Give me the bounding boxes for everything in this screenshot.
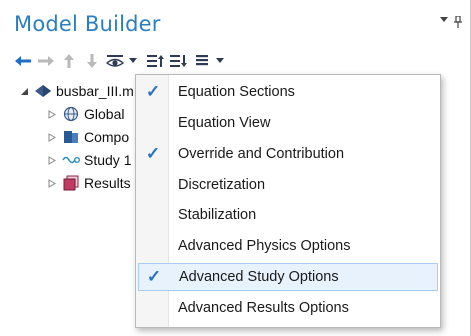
- component-diamond-icon: [34, 83, 52, 99]
- collapsed-triangle-icon[interactable]: [46, 131, 58, 143]
- menu-item-override-and-contribution[interactable]: ✓ Override and Contribution: [138, 140, 438, 168]
- menu-item-label: Equation View: [178, 115, 271, 131]
- tree-item-label: Study 1: [84, 152, 132, 168]
- panel-menu-icon[interactable]: [440, 16, 448, 31]
- tree-item-label: Compo: [84, 129, 130, 145]
- tree-item-root[interactable]: busbar_III.m: [18, 80, 134, 102]
- panel-controls: [440, 15, 462, 31]
- list-dropdown-chevron-icon[interactable]: [214, 51, 226, 71]
- show-options-menu: ✓ Equation Sections Equation View ✓ Over…: [135, 74, 441, 328]
- list-view-icon[interactable]: [191, 51, 213, 71]
- pin-icon[interactable]: [454, 15, 462, 31]
- menu-item-label: Override and Contribution: [178, 146, 345, 162]
- globe-icon: [62, 106, 80, 122]
- tree-item-results[interactable]: Results: [46, 172, 131, 194]
- menu-item-label: Discretization: [178, 177, 266, 193]
- menu-item-advanced-results-options[interactable]: Advanced Results Options: [138, 294, 438, 322]
- expand-sections-icon[interactable]: [145, 51, 167, 71]
- back-arrow-icon[interactable]: [12, 51, 34, 71]
- move-down-icon[interactable]: [81, 51, 103, 71]
- tree-item-study[interactable]: Study 1: [46, 149, 131, 171]
- expanded-triangle-icon[interactable]: [18, 85, 30, 97]
- show-eye-icon[interactable]: [104, 51, 126, 71]
- folder-icon: [62, 129, 80, 145]
- collapsed-triangle-icon[interactable]: [46, 108, 58, 120]
- forward-arrow-icon[interactable]: [35, 51, 57, 71]
- tree-item-label: busbar_III.m: [56, 83, 134, 99]
- checkmark-icon: ✓: [146, 267, 162, 286]
- toolbar: [12, 50, 232, 72]
- menu-item-equation-view[interactable]: Equation View: [138, 109, 438, 137]
- model-builder-panel: Model Builder busbar_III.m Global Compo …: [0, 0, 471, 336]
- tree-item-global[interactable]: Global: [46, 103, 124, 125]
- tree-item-label: Global: [84, 106, 125, 122]
- panel-title: Model Builder: [14, 12, 161, 36]
- study-icon: [62, 152, 80, 168]
- menu-item-advanced-physics-options[interactable]: Advanced Physics Options: [138, 232, 438, 260]
- menu-item-equation-sections[interactable]: ✓ Equation Sections: [138, 78, 438, 106]
- collapsed-triangle-icon[interactable]: [46, 177, 58, 189]
- menu-item-discretization[interactable]: Discretization: [138, 171, 438, 199]
- move-up-icon[interactable]: [58, 51, 80, 71]
- show-dropdown-chevron-icon[interactable]: [127, 51, 139, 71]
- checkmark-icon: ✓: [145, 82, 161, 101]
- menu-item-label: Advanced Study Options: [179, 269, 339, 285]
- collapsed-triangle-icon[interactable]: [46, 154, 58, 166]
- menu-item-label: Stabilization: [178, 207, 257, 223]
- menu-item-label: Advanced Results Options: [178, 300, 349, 316]
- tree-item-component[interactable]: Compo: [46, 126, 129, 148]
- collapse-sections-icon[interactable]: [168, 51, 190, 71]
- menu-item-stabilization[interactable]: Stabilization: [138, 201, 438, 229]
- tree-item-label: Results: [84, 175, 131, 191]
- menu-item-advanced-study-options[interactable]: ✓ Advanced Study Options: [138, 263, 438, 291]
- results-icon: [62, 175, 80, 191]
- menu-item-label: Advanced Physics Options: [178, 238, 351, 254]
- checkmark-icon: ✓: [145, 144, 161, 163]
- menu-item-label: Equation Sections: [178, 84, 295, 100]
